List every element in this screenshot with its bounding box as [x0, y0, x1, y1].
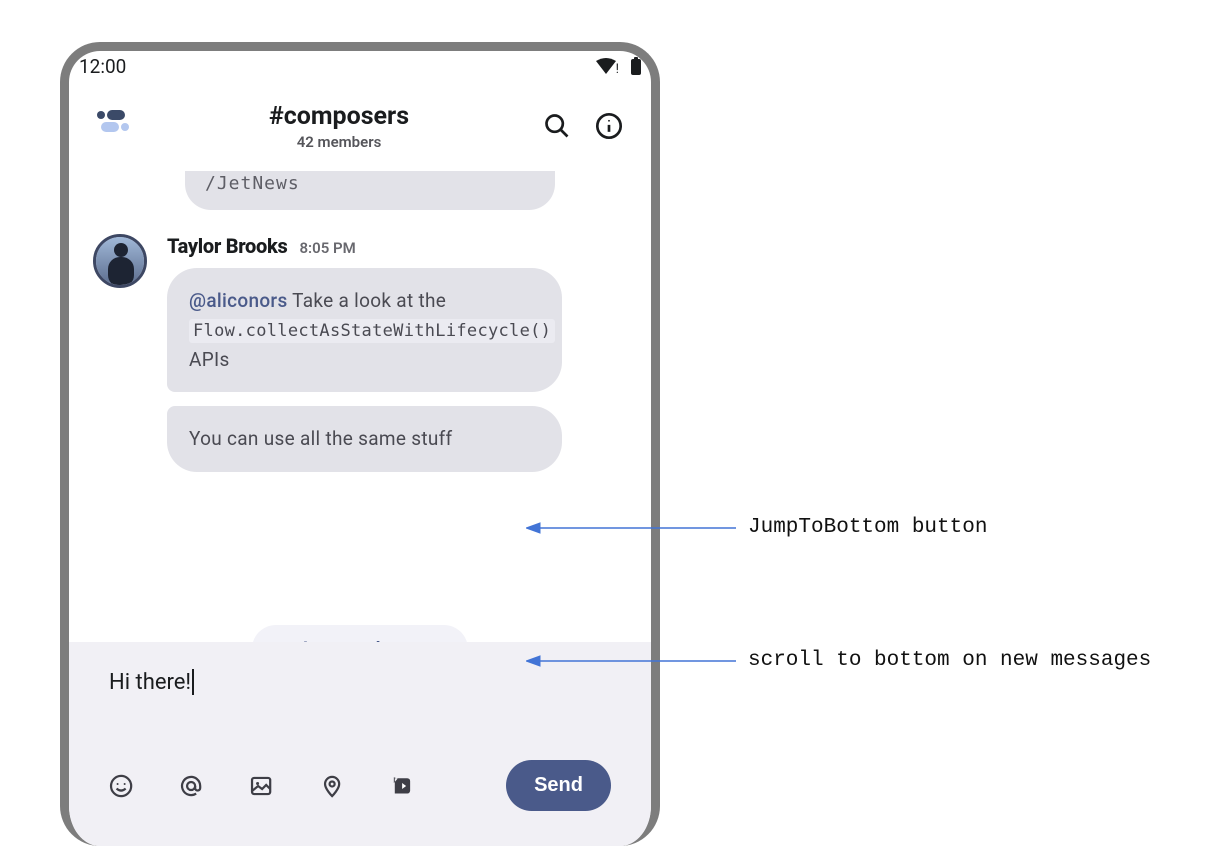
send-button[interactable]: Send	[506, 760, 611, 811]
jump-label: Jump to bottom	[297, 637, 440, 642]
jump-to-bottom-button[interactable]: ↓ Jump to bottom	[252, 625, 468, 642]
info-icon[interactable]	[595, 112, 623, 140]
search-icon[interactable]	[543, 112, 571, 140]
code-snippet: Flow.collectAsStateWithLifecycle()	[189, 319, 555, 343]
annotation-text-2: scroll to bottom on new messages	[748, 649, 1151, 672]
emoji-icon[interactable]	[109, 772, 133, 800]
message-bubble[interactable]: @aliconors Take a look at the Flow.colle…	[167, 268, 562, 392]
avatar[interactable]	[93, 234, 147, 288]
wifi-icon	[596, 58, 616, 74]
annotation-arrow-1	[526, 518, 736, 538]
annotation-arrow-2	[526, 651, 736, 671]
app-header: #composers 42 members	[69, 81, 651, 171]
status-right: !	[596, 57, 641, 75]
device-frame: 12:00 ! #composers 42 members	[60, 42, 660, 846]
battery-icon	[631, 57, 641, 75]
location-icon[interactable]	[320, 772, 344, 800]
composer-area: Hi there! Send	[69, 642, 651, 846]
mention[interactable]: @aliconors	[189, 289, 288, 312]
message-time: 8:05 PM	[299, 239, 355, 257]
status-time: 12:00	[79, 55, 126, 78]
duo-icon[interactable]	[390, 772, 414, 800]
messages-scroll-area[interactable]: /JetNews Taylor Brooks 8:05 PM @aliconor…	[69, 171, 651, 642]
message-row: Taylor Brooks 8:05 PM @aliconors Take a …	[93, 234, 627, 486]
message-bubble-partial: /JetNews	[185, 171, 555, 210]
status-bar: 12:00 !	[69, 51, 651, 81]
text-caret	[192, 669, 194, 695]
app-logo-icon[interactable]	[97, 107, 135, 145]
channel-name[interactable]: #composers	[135, 102, 543, 131]
message-bubble[interactable]: You can use all the same stuff	[167, 406, 562, 471]
annotation-text-1: JumpToBottom button	[748, 516, 987, 539]
arrow-down-icon: ↓	[274, 639, 283, 643]
mention-icon[interactable]	[179, 772, 203, 800]
wifi-alert-icon: !	[616, 62, 619, 77]
member-count: 42 members	[135, 133, 543, 151]
image-icon[interactable]	[249, 772, 273, 800]
sender-name: Taylor Brooks	[167, 234, 287, 258]
